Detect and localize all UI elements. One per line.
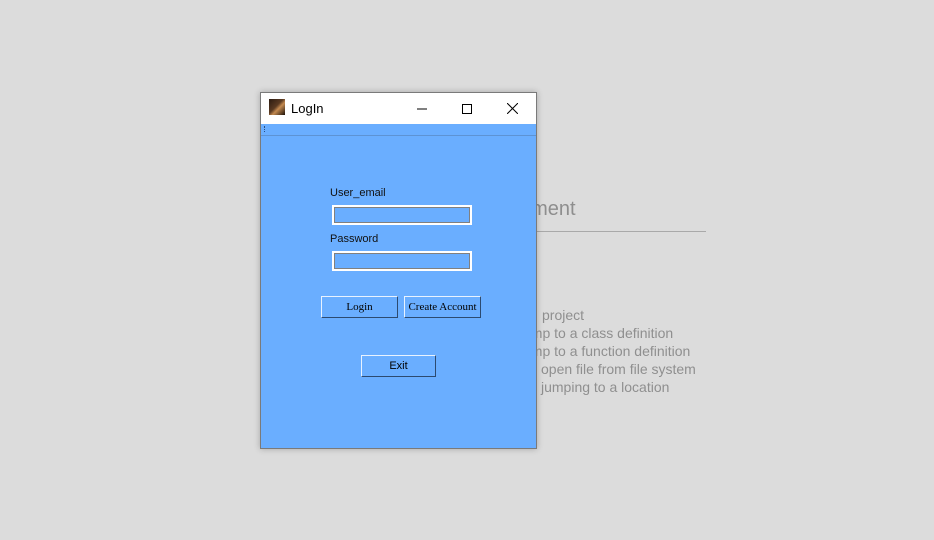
maximize-icon — [461, 103, 472, 114]
menu-bar — [261, 124, 536, 136]
close-button[interactable] — [490, 93, 535, 124]
minimize-icon — [416, 108, 427, 109]
background-list-item: ump to a class definition — [523, 325, 674, 341]
password-field[interactable] — [332, 251, 472, 271]
close-icon — [507, 103, 518, 114]
title-bar[interactable]: LogIn — [261, 93, 536, 124]
background-list-item: ump to a function definition — [523, 343, 691, 359]
background-list-item: project — [542, 307, 585, 323]
background-divider — [520, 231, 706, 232]
menu-grip-icon[interactable] — [264, 126, 267, 132]
minimize-button[interactable] — [399, 93, 444, 124]
background-shortcut-list: project ump to a class definition ump to… — [520, 306, 696, 396]
create-account-button[interactable]: Create Account — [404, 296, 481, 318]
background-list-item: jumping to a location — [541, 379, 670, 395]
window-title: LogIn — [291, 101, 324, 116]
background-list-item: open file from file system — [541, 361, 696, 377]
exit-button[interactable]: Exit — [361, 355, 436, 377]
password-label: Password — [330, 233, 379, 245]
email-label: User_email — [330, 187, 386, 199]
email-field[interactable] — [332, 205, 472, 225]
login-button[interactable]: Login — [321, 296, 398, 318]
maximize-button[interactable] — [444, 93, 489, 124]
login-window: LogIn User_email Password Login Create A… — [260, 92, 537, 449]
app-icon — [269, 99, 285, 115]
